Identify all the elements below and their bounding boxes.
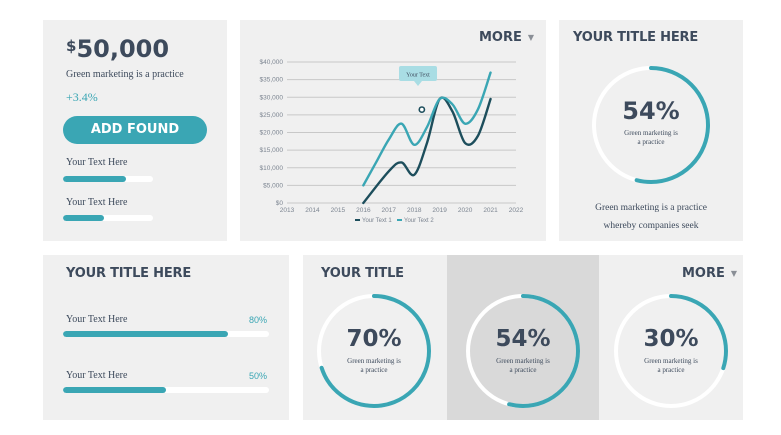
- y-tick-label: $5,000: [263, 182, 283, 189]
- stat-subtitle: Green marketing is a practice: [66, 69, 184, 80]
- gauges-card: YOUR TITLE MORE ▼ 70% Green marketing is a…: [303, 255, 743, 420]
- gauge-top-subtitle-2: a practice: [637, 137, 665, 146]
- gauges-caret-down-icon: ▼: [730, 269, 738, 278]
- gauge-2-value: 54%: [495, 326, 551, 352]
- amount-value: 50,000: [76, 35, 170, 63]
- gauge-top: 54% Green marketing is a practice: [590, 64, 712, 186]
- stat-change: +3.4%: [66, 90, 98, 104]
- caption-line-1: Green marketing is a practice: [595, 203, 707, 213]
- stat-amount: $50,000: [66, 35, 169, 63]
- stat-bar-label-2: Your Text Here: [66, 197, 128, 208]
- progress-bar-2-fill: [63, 387, 166, 393]
- x-tick-label: 2020: [458, 207, 473, 214]
- progress-label-1: Your Text Here: [66, 314, 128, 325]
- gauge-3-sub-2: a practice: [657, 365, 685, 374]
- gauge-3-value: 30%: [643, 326, 699, 352]
- gauge-2-sub-1: Green marketing is: [496, 357, 550, 365]
- series-line-2: [362, 71, 492, 187]
- x-tick-label: 2018: [407, 207, 422, 214]
- progress-bar-2: [63, 387, 269, 393]
- gauge-top-ring: [592, 66, 710, 184]
- gauges-more-label: MORE: [682, 266, 725, 281]
- x-tick-label: 2013: [280, 207, 295, 214]
- gauge-top-subtitle-1: Green marketing is: [624, 129, 678, 137]
- x-tick-label: 2014: [305, 207, 320, 214]
- line-chart: $0 $5,000 $10,000 $15,000 $20,000 $25,000 $30,…: [260, 59, 524, 224]
- x-tick-label: 2022: [509, 207, 524, 214]
- annotation-text: Your Text: [406, 73, 430, 79]
- stat-card: $50,000 Green marketing is a practice +3…: [43, 20, 227, 241]
- progress-bar-1: [63, 331, 269, 337]
- y-tick-label: $20,000: [260, 130, 284, 137]
- gauge-3-subtitle: Green marketing is a practice: [612, 357, 730, 375]
- gauge-top-card: YOUR TITLE HERE 54% Green marketing is a …: [559, 20, 743, 241]
- gauge-1-value: 70%: [346, 326, 402, 352]
- gauge-2-sub-2: a practice: [509, 365, 537, 374]
- annotation-pointer: [414, 81, 422, 86]
- progress-label-2: Your Text Here: [66, 370, 128, 381]
- legend-label-1: Your Text 1: [362, 218, 392, 224]
- progress-title: YOUR TITLE HERE: [66, 266, 192, 281]
- progress-percent-2: 50%: [249, 371, 268, 381]
- x-tick-label: 2021: [483, 207, 498, 214]
- gauge-top-title: YOUR TITLE HERE: [573, 30, 699, 45]
- y-tick-label: $25,000: [260, 112, 284, 119]
- y-tick-label: $10,000: [260, 165, 284, 172]
- legend-label-2: Your Text 2: [404, 218, 434, 224]
- gauge-top-value: 54%: [622, 97, 680, 125]
- progress-card: YOUR TITLE HERE Your Text Here 80% Your …: [43, 255, 289, 420]
- y-tick-label: $35,000: [260, 77, 284, 84]
- gauge-top-caption: Green marketing is a practice whereby com…: [559, 199, 743, 235]
- caption-line-2: whereby companies seek: [603, 221, 699, 231]
- x-tick-label: 2016: [356, 207, 371, 214]
- stat-bar-2: [63, 215, 153, 221]
- progress-bar-1-fill: [63, 331, 228, 337]
- y-tick-label: $15,000: [260, 147, 284, 154]
- gauge-1-sub-1: Green marketing is: [347, 357, 401, 365]
- y-tick-label: $30,000: [260, 94, 284, 101]
- gauges-more-button[interactable]: MORE ▼: [682, 266, 737, 281]
- stat-bar-1-fill: [63, 176, 126, 182]
- stat-bar-1: [63, 176, 153, 182]
- x-tick-label: 2015: [331, 207, 346, 214]
- gauge-2-subtitle: Green marketing is a practice: [464, 357, 582, 375]
- progress-percent-1: 80%: [249, 315, 268, 325]
- add-found-button[interactable]: ADD FOUND: [63, 116, 207, 144]
- x-tick-label: 2017: [382, 207, 397, 214]
- gauge-1-subtitle: Green marketing is a practice: [315, 357, 433, 375]
- gauge-top-subtitle: Green marketing is a practice: [590, 129, 712, 147]
- stat-bar-2-fill: [63, 215, 104, 221]
- gauge-2: 54% Green marketing is a practice: [464, 292, 582, 410]
- y-tick-label: $0: [276, 200, 284, 207]
- gauge-1: 70% Green marketing is a practice: [315, 292, 433, 410]
- gauge-1-sub-2: a practice: [360, 365, 388, 374]
- gauge-3: 30% Green marketing is a practice: [612, 292, 730, 410]
- y-tick-label: $40,000: [260, 59, 284, 66]
- currency-symbol: $: [66, 37, 77, 55]
- chart-card: MORE ▼ $0 $5,000 $10,000 $15,000 $20,000 $25,0…: [240, 20, 546, 241]
- x-tick-label: 2019: [432, 207, 447, 214]
- legend-swatch-1: [355, 219, 360, 221]
- gauge-3-sub-1: Green marketing is: [644, 357, 698, 365]
- stat-bar-label-1: Your Text Here: [66, 157, 128, 168]
- gauges-title: YOUR TITLE: [321, 266, 404, 281]
- legend-swatch-2: [397, 219, 402, 221]
- annotation-marker: [418, 106, 426, 113]
